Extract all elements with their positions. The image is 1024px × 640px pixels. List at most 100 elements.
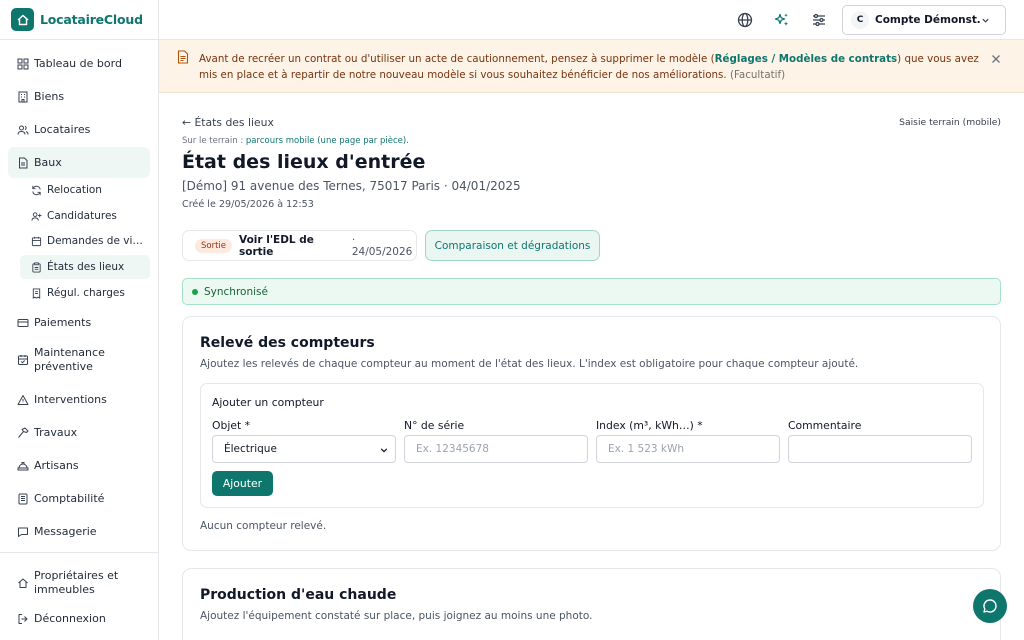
card-icon [17,318,29,327]
close-icon[interactable] [990,53,1002,65]
receipt-icon [32,287,41,299]
banner-templates-link[interactable]: Réglages / Modèles de contrats [715,53,898,65]
compare-damages-button[interactable]: Comparaison et dégradations [425,230,600,261]
sidebar-item-label: Maintenance préventive [34,346,105,373]
logo-icon [11,8,34,31]
brand[interactable]: LocataireCloud [0,0,158,40]
terrain-prefix: Sur le terrain : [182,136,246,146]
sidebar-item-biens[interactable]: Biens [8,81,150,112]
add-meter-button[interactable]: Ajouter [212,471,273,496]
meters-description: Ajoutez les relevés de chaque compteur a… [200,358,859,370]
sidebar-item-label: Interventions [34,393,107,406]
banner-optional: (Facultatif) [729,69,786,81]
banner-text-before: Avant de recréer un contrat ou d'utilise… [199,53,715,65]
hot-water-title: Production d'eau chaude [200,587,397,603]
comment-input[interactable] [788,435,972,463]
sidebar-item-travaux[interactable]: Travaux [8,417,150,448]
sidebar-subitem-candidatures[interactable]: Candidatures [20,204,150,228]
sidebar-subitem-label: Relocation [47,184,102,196]
home-icon [18,578,28,588]
sidebar-item-proprietaires[interactable]: Propriétaires et immeubles [8,564,150,602]
sidebar-item-interventions[interactable]: Interventions [8,384,150,415]
topbar: C Compte Démonst… [159,0,1024,40]
hot-water-card: Production d'eau chaude Ajoutez l'équipe… [182,568,1001,640]
sidebar-item-label: Baux [34,156,62,169]
grid-icon [17,58,29,69]
status-badge: Sortie [195,238,233,253]
sidebar-subitem-label: Demandes de vi… [47,235,143,247]
brand-name: LocataireCloud [40,12,143,27]
meters-empty-state: Aucun compteur relevé. [200,520,327,532]
sidebar-item-label: Comptabilité [34,492,105,505]
sidebar: LocataireCloud Tableau de bord Biens Loc… [0,0,159,640]
serial-label: N° de série [404,419,465,432]
banner-message: Avant de recréer un contrat ou d'utilise… [199,51,984,83]
sidebar-item-baux[interactable]: Baux [8,147,150,178]
chat-button[interactable] [973,589,1007,623]
hot-water-description: Ajoutez l'équipement constaté sur place,… [200,610,593,622]
index-label: Index (m³, kWh…) * [596,419,703,432]
terrain-note: Sur le terrain : parcours mobile (une pa… [182,136,409,146]
sidebar-subitem-etats-des-lieux[interactable]: États des lieux [20,255,150,279]
serial-input[interactable]: Ex. 12345678 [404,435,588,463]
add-meter-form: Ajouter un compteur Objet * Électrique N… [200,383,984,508]
sync-dot-icon [192,288,198,295]
sidebar-item-label: Tableau de bord [34,57,122,70]
object-select[interactable]: Électrique [212,435,396,463]
calendar-icon [31,236,42,246]
building-icon [18,91,28,102]
sidebar-item-label: Paiements [34,316,92,329]
document-icon [177,50,189,64]
sidebar-subitem-label: États des lieux [47,261,125,273]
mobile-entry-button[interactable]: Saisie terrain (mobile) [880,117,1001,128]
sliders-icon[interactable] [811,12,827,28]
chevron-down-icon [380,448,388,453]
comment-label: Commentaire [788,419,862,432]
ledger-icon [18,493,28,504]
file-icon [19,157,28,168]
object-label: Objet * [212,419,251,432]
sidebar-item-label: Propriétaires et immeubles [34,569,119,596]
chat-bubble-icon [983,599,997,613]
sidebar-item-maintenance-preventive[interactable]: Maintenance préventive [8,340,150,380]
sidebar-item-locataires[interactable]: Locataires [8,114,150,145]
sidebar-item-comptabilite[interactable]: Comptabilité [8,483,150,514]
sidebar-item-label: Biens [34,90,65,103]
globe-icon[interactable] [737,12,753,28]
user-plus-icon [31,211,42,221]
account-menu-button[interactable]: C Compte Démonst… [842,5,1006,35]
account-name: Compte Démonst… [875,14,981,26]
sidebar-subitem-label: Candidatures [47,210,117,222]
meters-title: Relevé des compteurs [200,335,375,351]
sidebar-subitem-demandes-de-visite[interactable]: Demandes de vi… [20,229,150,253]
page-title: État des lieux d'entrée [182,151,426,173]
sparkles-icon[interactable] [774,12,790,28]
created-date: Créé le 29/05/2026 à 12:53 [182,199,314,210]
sidebar-item-label: Artisans [34,459,79,472]
calendar-check-icon [18,355,28,365]
sidebar-item-messagerie[interactable]: Messagerie [8,516,150,547]
sidebar-item-tableau-de-bord[interactable]: Tableau de bord [8,48,150,79]
sidebar-subitem-regul-charges[interactable]: Régul. charges [20,281,150,305]
clipboard-icon [32,261,41,273]
sidebar-subitem-label: Régul. charges [47,287,125,299]
users-icon [17,125,29,135]
sidebar-item-label: Messagerie [34,525,97,538]
info-banner: Avant de recréer un contrat ou d'utilise… [159,40,1024,93]
meters-card: Relevé des compteurs Ajoutez les relevés… [182,316,1001,551]
sidebar-divider [0,552,159,553]
message-icon [18,527,28,537]
sidebar-subitem-relocation[interactable]: Relocation [20,178,150,202]
add-meter-title: Ajouter un compteur [212,396,324,409]
chevron-down-icon [982,18,989,23]
index-input[interactable]: Ex. 1 523 kWh [596,435,780,463]
sidebar-item-artisans[interactable]: Artisans [8,450,150,481]
back-link[interactable]: ← États des lieux [182,116,274,129]
sidebar-item-deconnexion[interactable]: Déconnexion [8,604,150,633]
sidebar-item-paiements[interactable]: Paiements [8,307,150,338]
sync-status: Synchronisé [182,278,1001,305]
mobile-route-link[interactable]: parcours mobile (une page par pièce). [246,136,409,146]
logout-icon [18,613,28,624]
view-exit-inspection-button[interactable]: Sortie Voir l'EDL de sortie · 24/05/2026 [182,230,417,261]
alert-icon [17,394,29,405]
